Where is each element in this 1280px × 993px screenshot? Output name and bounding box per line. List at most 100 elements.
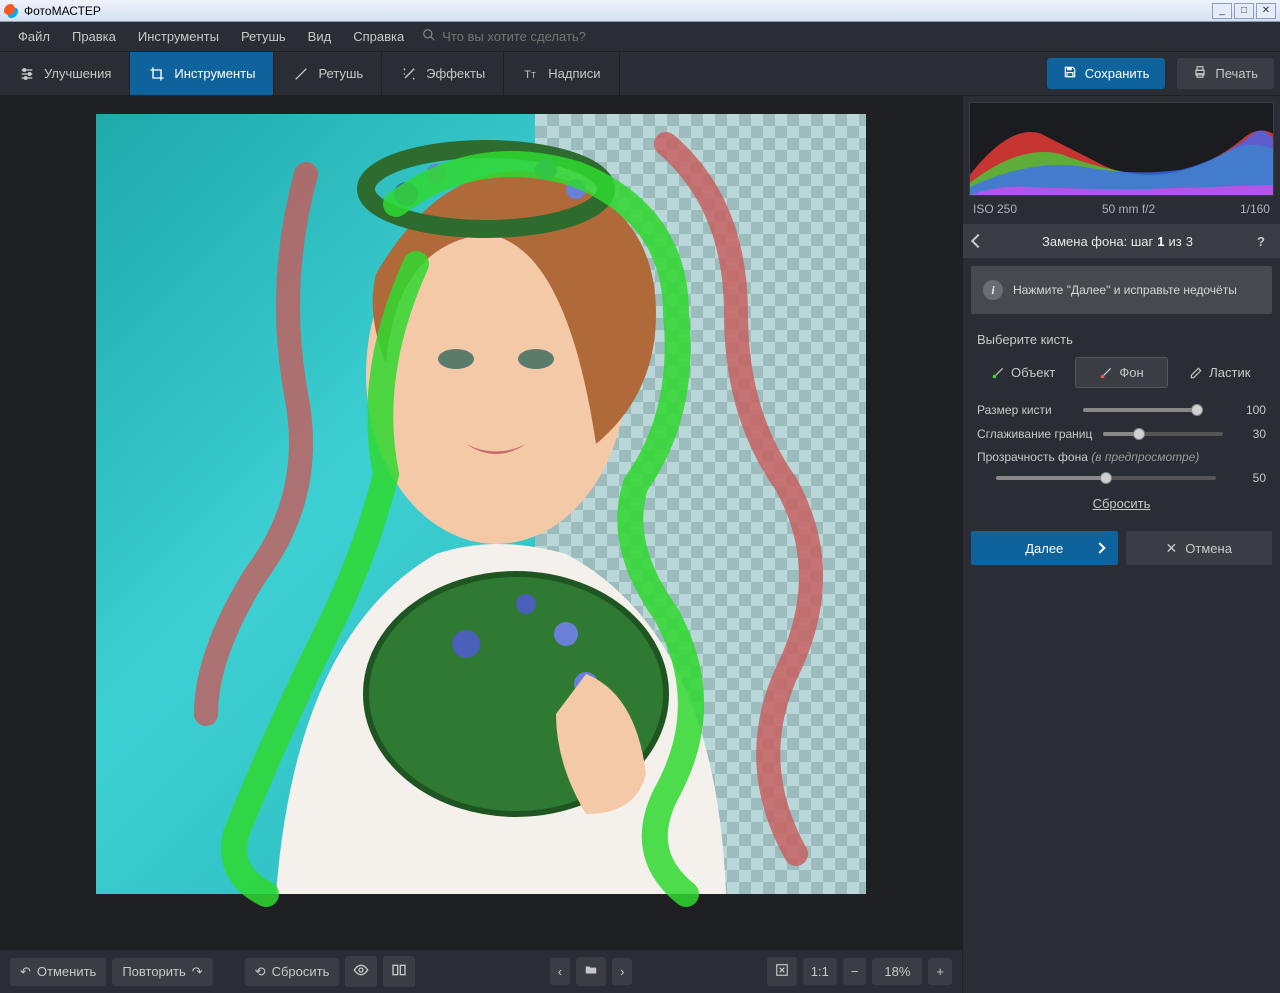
- photo-overlay: [96, 114, 866, 894]
- opacity-note: (в предпросмотре): [1091, 450, 1199, 464]
- tab-enhance[interactable]: Улучшения: [0, 52, 130, 95]
- zoom-level-label: 18%: [884, 964, 910, 979]
- exif-iso: ISO 250: [973, 202, 1017, 216]
- open-folder-button[interactable]: [576, 957, 606, 986]
- eraser-icon: [1189, 366, 1203, 380]
- smooth-slider[interactable]: [1103, 426, 1223, 442]
- window-titlebar: ФотоМАСТЕР _ □ ✕: [0, 0, 1280, 22]
- back-button[interactable]: [971, 234, 985, 248]
- tab-retouch-label: Ретушь: [318, 66, 363, 81]
- menu-help[interactable]: Справка: [343, 25, 414, 48]
- folder-icon: [584, 963, 598, 980]
- tab-instruments-label: Инструменты: [174, 66, 255, 81]
- zoom-level[interactable]: 18%: [872, 958, 922, 985]
- magic-wand-icon: [400, 65, 418, 83]
- zoom-in-button[interactable]: +: [928, 958, 952, 985]
- print-button[interactable]: Печать: [1177, 58, 1274, 89]
- app-logo-icon: [4, 4, 18, 18]
- brush-size-label: Размер кисти: [977, 403, 1052, 417]
- undo-icon: ↶: [20, 964, 31, 980]
- tab-text[interactable]: TT Надписи: [504, 52, 619, 95]
- brush-size-value: 100: [1234, 403, 1266, 417]
- save-label: Сохранить: [1085, 66, 1150, 81]
- brush-size-slider[interactable]: [1083, 402, 1203, 418]
- fit-screen-button[interactable]: [767, 957, 797, 986]
- print-label: Печать: [1215, 66, 1258, 81]
- eye-icon: [353, 962, 369, 981]
- smooth-value: 30: [1234, 427, 1266, 441]
- redo-label: Повторить: [122, 964, 185, 979]
- reset-label: Сбросить: [272, 964, 330, 979]
- photo-canvas[interactable]: [96, 114, 866, 894]
- zoom-out-button[interactable]: −: [843, 958, 867, 985]
- brush-eraser-button[interactable]: Ластик: [1174, 357, 1266, 388]
- info-icon: i: [983, 280, 1003, 300]
- brush-icon: [292, 65, 310, 83]
- cancel-button[interactable]: ✕ Отмена: [1126, 531, 1273, 565]
- save-button[interactable]: Сохранить: [1047, 58, 1166, 89]
- reset-icon: ⟲: [255, 964, 266, 980]
- redo-button[interactable]: Повторить↷: [112, 958, 212, 986]
- brush-background-button[interactable]: Фон: [1075, 357, 1167, 388]
- next-file-button[interactable]: ›: [612, 958, 632, 985]
- next-button[interactable]: Далее: [971, 531, 1118, 565]
- sidebar: ISO 250 50 mm f/2 1/160 Замена фона: шаг…: [962, 96, 1280, 993]
- plus-icon: +: [936, 964, 944, 979]
- maximize-button[interactable]: □: [1234, 3, 1254, 19]
- tab-effects-label: Эффекты: [426, 66, 485, 81]
- save-icon: [1063, 65, 1077, 82]
- hint-box: i Нажмите "Далее" и исправьте недочёты: [971, 266, 1272, 314]
- menu-view[interactable]: Вид: [298, 25, 342, 48]
- crop-icon: [148, 65, 166, 83]
- tab-retouch[interactable]: Ретушь: [274, 52, 382, 95]
- search-input[interactable]: [438, 25, 638, 48]
- text-icon: TT: [522, 65, 540, 83]
- opacity-value: 50: [1234, 471, 1266, 485]
- tab-enhance-label: Улучшения: [44, 66, 111, 81]
- brush-object-label: Объект: [1011, 365, 1055, 380]
- minus-icon: −: [851, 964, 859, 979]
- undo-label: Отменить: [37, 964, 96, 979]
- histogram[interactable]: [969, 102, 1274, 196]
- menu-file[interactable]: Файл: [8, 25, 60, 48]
- search-icon: [422, 28, 436, 45]
- menu-retouch[interactable]: Ретушь: [231, 25, 296, 48]
- brush-background-icon: [1099, 366, 1113, 380]
- cancel-label: Отмена: [1185, 541, 1232, 556]
- next-label: Далее: [1025, 541, 1063, 556]
- help-button[interactable]: ?: [1252, 232, 1270, 250]
- compare-icon: [391, 962, 407, 981]
- chevron-left-icon: ‹: [558, 964, 562, 979]
- tab-text-label: Надписи: [548, 66, 600, 81]
- chevron-right-icon: [1094, 542, 1105, 553]
- zoom-actual-label: 1:1: [811, 964, 829, 979]
- undo-button[interactable]: ↶ Отменить: [10, 958, 106, 986]
- svg-text:T: T: [525, 69, 532, 81]
- svg-text:T: T: [531, 71, 536, 80]
- brush-object-button[interactable]: Объект: [977, 357, 1069, 388]
- exif-bar: ISO 250 50 mm f/2 1/160: [963, 198, 1280, 224]
- reset-link[interactable]: Сбросить: [977, 496, 1266, 511]
- minimize-button[interactable]: _: [1212, 3, 1232, 19]
- print-icon: [1193, 65, 1207, 82]
- fit-screen-icon: [775, 963, 789, 980]
- brush-section-label: Выберите кисть: [977, 332, 1266, 347]
- smooth-label: Сглаживание границ: [977, 427, 1092, 441]
- sliders-icon: [18, 65, 36, 83]
- step-header: Замена фона: шаг 1 из 3 ?: [963, 224, 1280, 258]
- exif-lens: 50 mm f/2: [1102, 202, 1155, 216]
- preview-toggle-button[interactable]: [345, 956, 377, 987]
- prev-file-button[interactable]: ‹: [550, 958, 570, 985]
- menu-edit[interactable]: Правка: [62, 25, 126, 48]
- menu-tools[interactable]: Инструменты: [128, 25, 229, 48]
- step-current: 1: [1157, 234, 1164, 249]
- zoom-actual-button[interactable]: 1:1: [803, 958, 837, 985]
- canvas-area[interactable]: [0, 96, 962, 949]
- close-button[interactable]: ✕: [1256, 3, 1276, 19]
- tab-effects[interactable]: Эффекты: [382, 52, 504, 95]
- reset-button[interactable]: ⟲ Сбросить: [245, 958, 340, 986]
- compare-button[interactable]: [383, 956, 415, 987]
- brush-eraser-label: Ластик: [1209, 365, 1250, 380]
- opacity-slider[interactable]: [996, 470, 1216, 486]
- tab-instruments[interactable]: Инструменты: [130, 52, 274, 95]
